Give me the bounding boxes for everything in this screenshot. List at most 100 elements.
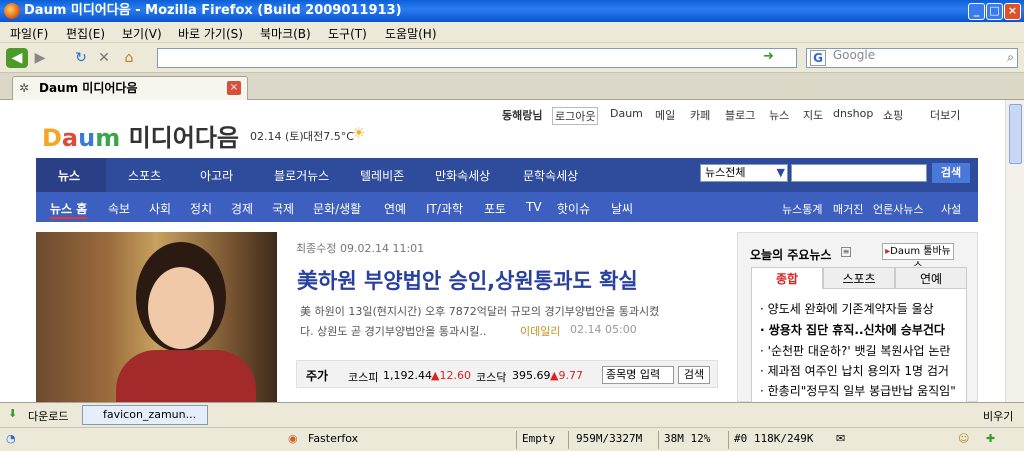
sub-society[interactable]: 사회 [149, 200, 171, 217]
menu-edit[interactable]: 편집(E) [66, 25, 105, 42]
fasterfox-label[interactable]: Fasterfox [308, 432, 358, 445]
headline[interactable]: 美하원 부양법안 승인,상원통과도 확실 [297, 265, 638, 295]
news-search-input[interactable] [791, 164, 927, 182]
gnb-blog[interactable]: 블로그 [725, 107, 755, 123]
news-item[interactable]: · 한총리"정무직 일부 봉급반납 움직임" [760, 382, 956, 399]
mail-icon[interactable]: ✉ [836, 432, 845, 445]
nav-agora[interactable]: 아고라 [200, 167, 233, 184]
status-bar: ◔ ◉ Fasterfox Empty 959M/3327M 38M 12% #… [0, 427, 1024, 451]
stock-search-button[interactable]: 검색 [678, 366, 710, 384]
sub-weather[interactable]: 날씨 [611, 200, 633, 217]
headline-photo[interactable] [36, 232, 277, 402]
gnb-dnshop[interactable]: dnshop [833, 107, 873, 120]
clear-button[interactable]: 비우기 [983, 408, 1013, 424]
tab-daum[interactable]: ✲ Daum 미디어다음 × [12, 76, 248, 100]
weather-icon: ☀ [352, 124, 366, 142]
sub-magazine[interactable]: 매거진 [833, 201, 863, 217]
news-item[interactable]: · 쌍용차 집단 휴직..신차에 승부건다 [760, 321, 945, 338]
menu-bookmarks[interactable]: 북마크(B) [260, 25, 311, 42]
kosdaq-change: ▲9.77 [550, 369, 583, 382]
reload-icon[interactable]: ↻ [72, 48, 90, 68]
window-title-bar: Daum 미디어다음 - Mozilla Firefox (Build 2009… [0, 0, 1024, 22]
menu-view[interactable]: 보기(V) [122, 25, 162, 42]
tab-close-icon[interactable]: × [227, 81, 241, 95]
search-category-value: 뉴스전체 [705, 166, 746, 179]
download-label[interactable]: 다운로드 [28, 408, 68, 424]
news-item[interactable]: · '순천판 대운하?' 뱃길 복원사업 논란 [760, 342, 950, 359]
firefox-icon [4, 3, 20, 19]
rss-icon[interactable]: ≡ [841, 247, 851, 257]
logo-text: 미디어다음 [128, 124, 239, 152]
sub-politics[interactable]: 정치 [190, 200, 212, 217]
sub-economy[interactable]: 경제 [231, 200, 253, 217]
chevron-down-icon: ▼ [776, 166, 785, 179]
cpu-usage: 38M 12% [664, 432, 711, 445]
sub-news-home[interactable]: 뉴스 홈 [50, 200, 88, 219]
plus-icon[interactable]: ✚ [986, 432, 995, 445]
minimize-button[interactable]: _ [968, 3, 985, 20]
sub-breaking[interactable]: 속보 [108, 200, 130, 217]
tab-entertainment[interactable]: 연예 [895, 267, 967, 289]
logout-button[interactable]: 로그아웃 [552, 107, 599, 125]
nav-literature[interactable]: 문학속세상 [523, 167, 578, 184]
tab-general[interactable]: 종합 [751, 267, 823, 289]
sub-entertainment[interactable]: 연예 [384, 200, 406, 217]
menu-help[interactable]: 도움말(H) [385, 25, 437, 42]
nav-cartoon[interactable]: 만화속세상 [435, 167, 490, 184]
nav-news[interactable]: 뉴스 [58, 167, 80, 184]
summary-line-1: 美 하원이 13일(현지시간) 오후 7872억달러 규모의 경기부양법안을 통… [300, 305, 660, 318]
search-input[interactable]: G Google ⌕ [806, 48, 1018, 68]
gnb-cafe[interactable]: 카페 [690, 107, 710, 123]
sub-photo[interactable]: 포토 [484, 200, 506, 217]
nav-sports[interactable]: 스포츠 [128, 167, 161, 184]
menu-go[interactable]: 바로 가기(S) [178, 25, 243, 42]
address-bar[interactable] [157, 48, 797, 68]
smiley-icon[interactable]: ☺ [958, 432, 969, 445]
vertical-scrollbar[interactable] [1005, 100, 1024, 402]
toolbar-news-button[interactable]: ▸Daum 툴바뉴스 [882, 243, 954, 272]
photo-face [148, 267, 214, 349]
sub-tv[interactable]: TV [526, 200, 542, 214]
download-item[interactable]: favicon_zamun... [82, 405, 208, 425]
scrollbar-thumb[interactable] [1009, 104, 1022, 164]
forward-button[interactable]: ▶ [30, 48, 50, 68]
sub-press-news[interactable]: 언론사뉴스 [873, 201, 924, 217]
search-category-select[interactable]: 뉴스전체 ▼ [700, 164, 788, 182]
menu-tools[interactable]: 도구(T) [328, 25, 367, 42]
menu-bar: 파일(F) 편집(E) 보기(V) 바로 가기(S) 북마크(B) 도구(T) … [0, 22, 1024, 43]
stock-name-input[interactable]: 종목명 입력 [602, 366, 674, 384]
network-usage: #0 118K/249K [734, 432, 814, 445]
menu-file[interactable]: 파일(F) [10, 25, 48, 42]
news-item[interactable]: · 제과점 여주인 납치 용의자 1명 검거 [760, 362, 949, 379]
nav-tv[interactable]: 텔레비존 [360, 167, 404, 184]
gnb-more[interactable]: 더보기 [930, 107, 960, 123]
go-arrow-icon[interactable]: ➜ [763, 49, 774, 64]
gnb-daum[interactable]: Daum [610, 107, 643, 120]
home-icon[interactable]: ⌂ [120, 48, 138, 68]
close-button[interactable]: × [1004, 3, 1021, 20]
sub-culture[interactable]: 문화/생활 [313, 200, 361, 217]
stop-icon[interactable]: ✕ [95, 48, 113, 68]
maximize-button[interactable]: □ [986, 3, 1003, 20]
site-logo[interactable]: Daum 미디어다음 [42, 118, 239, 153]
sub-hot-issue[interactable]: 핫이슈 [557, 200, 590, 217]
tab-sports[interactable]: 스포츠 [823, 267, 895, 289]
news-item[interactable]: · 양도세 완화에 기존계약자들 울상 [760, 300, 934, 317]
sub-it-science[interactable]: IT/과학 [426, 200, 463, 217]
nav-blognews[interactable]: 블로거뉴스 [274, 167, 329, 184]
gnb-mail[interactable]: 메일 [655, 107, 675, 123]
search-magnifier-icon[interactable]: ⌕ [1007, 50, 1014, 65]
kospi-label: 코스피 [348, 371, 379, 384]
news-search-button[interactable]: 검색 [932, 163, 970, 183]
gnb-news[interactable]: 뉴스 [769, 107, 789, 123]
news-source[interactable]: 이데일리 [520, 323, 560, 339]
sub-news-stats[interactable]: 뉴스통계 [782, 201, 822, 217]
gnb-shopping[interactable]: 쇼핑 [883, 107, 903, 123]
back-button[interactable]: ◀ [6, 48, 28, 68]
kosdaq-value: 395.69 [512, 369, 551, 382]
sub-world[interactable]: 국제 [272, 200, 294, 217]
sub-editorial[interactable]: 사설 [941, 201, 961, 217]
weather-text: 대전7.5°C [303, 130, 354, 143]
status-icon: ◔ [6, 432, 16, 445]
gnb-map[interactable]: 지도 [803, 107, 823, 123]
